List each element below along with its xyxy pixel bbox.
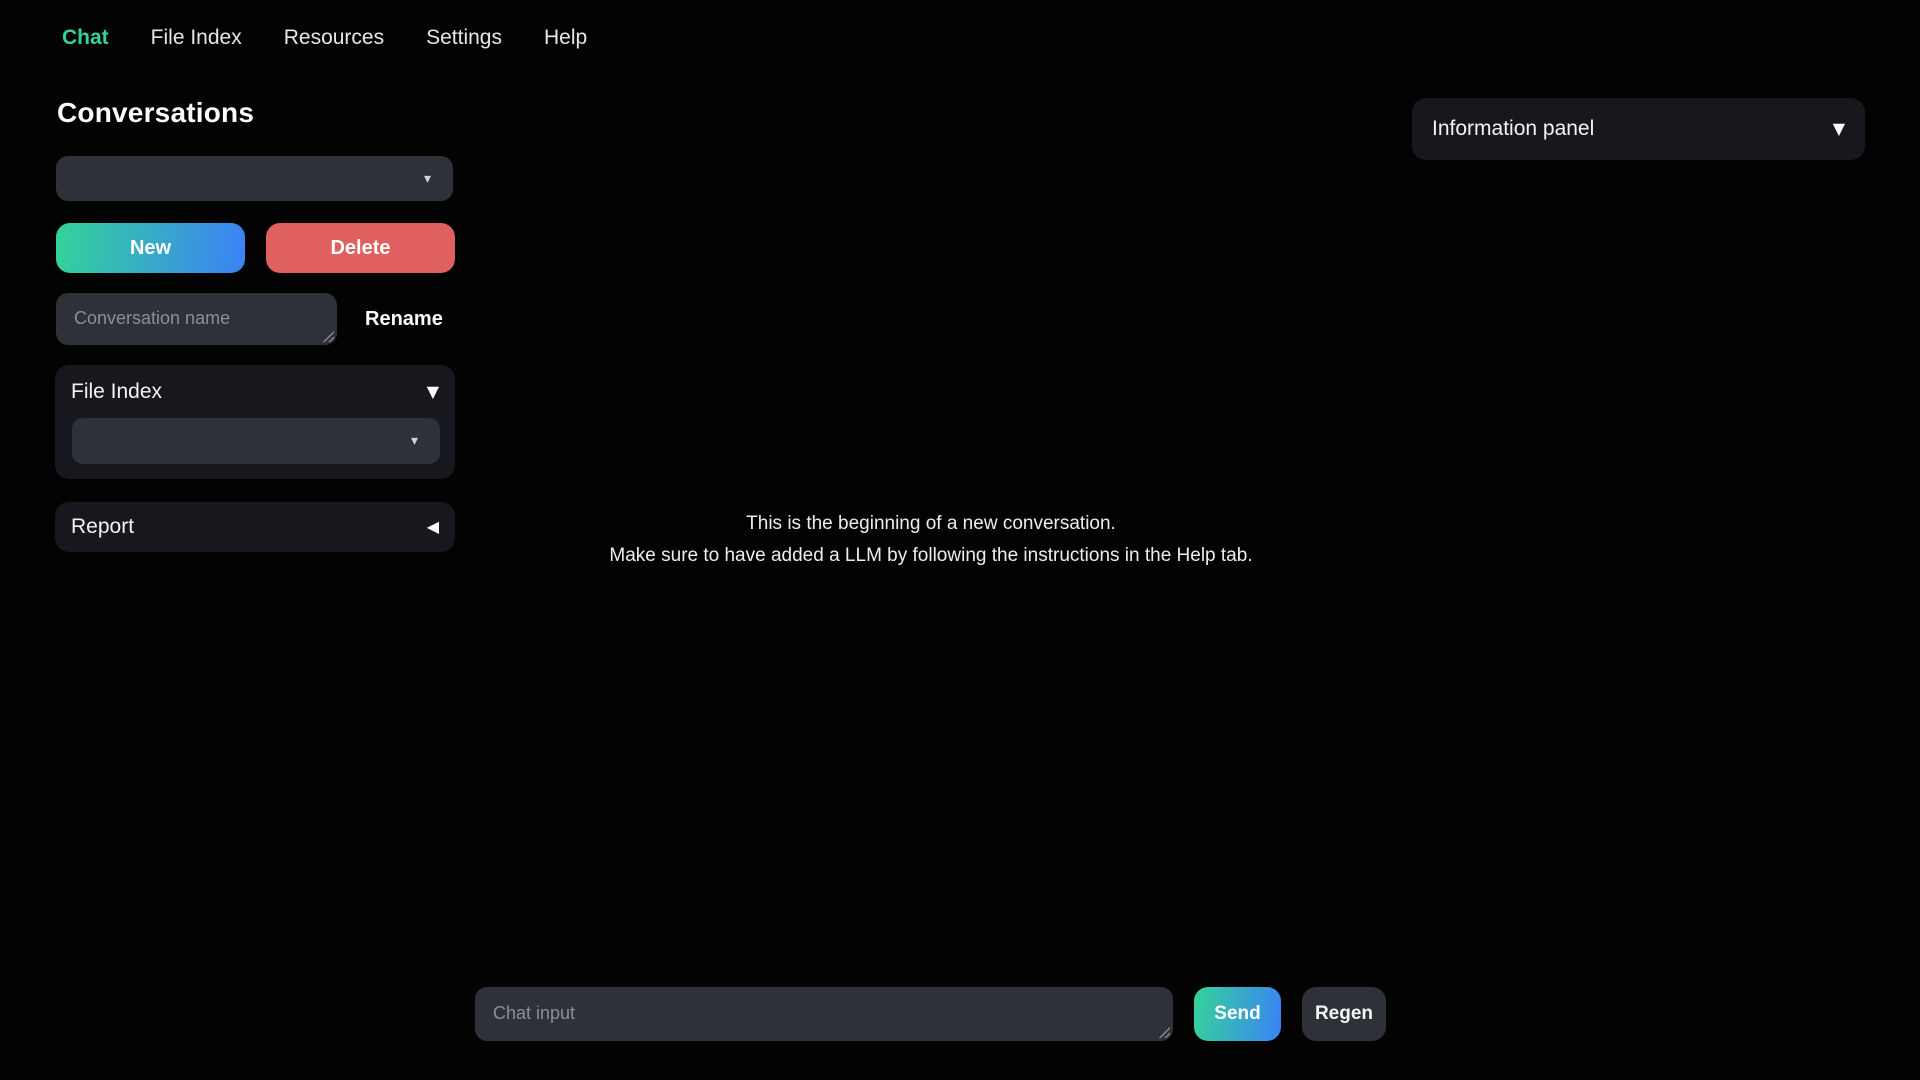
top-nav: Chat File Index Resources Settings Help (62, 26, 587, 50)
information-panel-label: Information panel (1432, 117, 1594, 141)
empty-chat-line-2: Make sure to have added a LLM by followi… (609, 540, 1252, 572)
report-accordion-header[interactable]: Report ◀ (71, 515, 439, 539)
file-index-accordion: File Index ▼ ▾ (55, 365, 455, 479)
send-button[interactable]: Send (1194, 987, 1281, 1041)
tab-file-index[interactable]: File Index (151, 26, 242, 50)
chevron-down-icon: ▾ (424, 172, 431, 186)
tab-resources[interactable]: Resources (284, 26, 384, 50)
file-index-accordion-label: File Index (71, 380, 162, 404)
conversation-name-field[interactable] (56, 293, 337, 345)
accordion-collapsed-icon: ◀ (427, 519, 439, 535)
page-title: Conversations (57, 97, 455, 129)
chatbot-area: This is the beginning of a new conversat… (475, 100, 1387, 980)
report-accordion: Report ◀ (55, 502, 455, 552)
chevron-down-icon: ▾ (411, 434, 418, 448)
accordion-open-icon: ▼ (427, 384, 439, 400)
regen-button[interactable]: Regen (1302, 987, 1386, 1041)
chat-input[interactable] (475, 987, 1173, 1041)
rename-row: Rename (56, 293, 455, 345)
conversation-name-input[interactable] (56, 293, 337, 345)
file-index-select-dropdown[interactable]: ▾ (72, 418, 440, 464)
information-panel-accordion: Information panel ▼ (1412, 98, 1865, 160)
information-panel-header[interactable]: Information panel ▼ (1432, 117, 1845, 141)
conversation-select-dropdown[interactable]: ▾ (56, 156, 453, 201)
tab-settings[interactable]: Settings (426, 26, 502, 50)
accordion-open-icon: ▼ (1833, 121, 1845, 137)
new-conversation-button[interactable]: New (56, 223, 245, 273)
chat-input-field[interactable] (475, 987, 1173, 1041)
tab-help[interactable]: Help (544, 26, 587, 50)
conversation-actions: New Delete (56, 223, 455, 273)
rename-button[interactable]: Rename (365, 308, 443, 331)
chat-input-row: Send Regen (475, 987, 1386, 1041)
tab-chat[interactable]: Chat (62, 26, 109, 50)
conversations-sidebar: Conversations ▾ New Delete Rename File I… (55, 97, 455, 552)
report-accordion-label: Report (71, 515, 134, 539)
empty-chat-line-1: This is the beginning of a new conversat… (746, 508, 1116, 540)
delete-conversation-button[interactable]: Delete (266, 223, 455, 273)
file-index-accordion-header[interactable]: File Index ▼ (71, 380, 439, 404)
